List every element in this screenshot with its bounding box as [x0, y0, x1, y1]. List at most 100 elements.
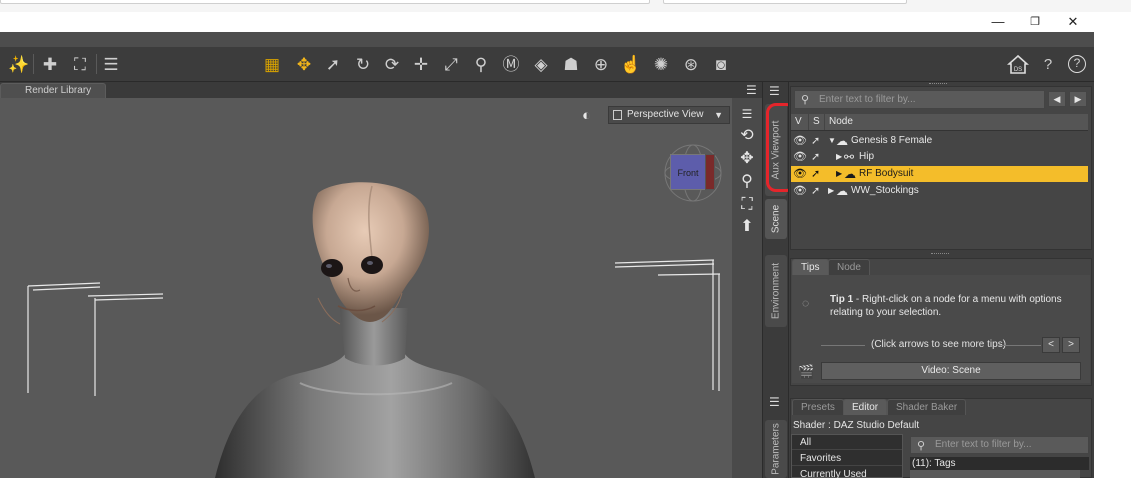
- select-cursor-icon[interactable]: ➚: [811, 133, 820, 149]
- eye-icon[interactable]: 👁: [793, 133, 807, 149]
- geometry-editor-icon[interactable]: ◈: [529, 52, 553, 76]
- surfaces-filter-input[interactable]: ⚲ Enter text to filter by...: [910, 436, 1089, 454]
- view-cube-side[interactable]: [705, 154, 715, 190]
- scene-row-label: Genesis 8 Female: [851, 135, 933, 146]
- 3d-viewport[interactable]: [0, 98, 732, 478]
- category-list: All Favorites Currently Used: [791, 434, 903, 478]
- view-select-label: Perspective View: [627, 109, 704, 120]
- zoom-icon[interactable]: ⚲: [735, 172, 759, 192]
- select-cursor-icon[interactable]: ➚: [811, 149, 820, 165]
- align-icon[interactable]: ☰: [99, 52, 123, 76]
- pan-icon[interactable]: ✥: [735, 149, 759, 169]
- close-button[interactable]: ✕: [1058, 12, 1088, 32]
- universal-tool-icon[interactable]: ✥: [292, 52, 316, 76]
- scene-next-button[interactable]: ▶: [1069, 91, 1087, 107]
- view-cube[interactable]: Front: [662, 142, 724, 204]
- splitter-handle[interactable]: [931, 253, 949, 256]
- translate-icon[interactable]: ✛: [409, 52, 433, 76]
- eye-icon[interactable]: 👁: [793, 149, 807, 165]
- morph-icon[interactable]: Ⓜ: [499, 52, 523, 76]
- view-grid-icon: [613, 110, 622, 120]
- viewport-options-icon[interactable]: ☰: [735, 104, 759, 124]
- collapse-triangle-icon[interactable]: ▶: [836, 166, 842, 182]
- scene-prev-button[interactable]: ◀: [1048, 91, 1066, 107]
- pane-menu-icon-lower[interactable]: ☰: [769, 396, 783, 408]
- tab-presets[interactable]: Presets: [792, 399, 844, 415]
- frame-icon[interactable]: ⛶: [735, 195, 759, 215]
- help-icon[interactable]: ?: [1036, 52, 1060, 76]
- rotate-icon[interactable]: ↻: [351, 52, 375, 76]
- scene-row[interactable]: 👁 ➚ ▶ ☁ WW_Stockings: [791, 183, 1088, 199]
- pointer-icon[interactable]: ☝: [619, 52, 643, 76]
- tip-title: Tip 1: [830, 294, 854, 305]
- scene-filter-input[interactable]: ⚲ Enter text to filter by...: [794, 90, 1045, 109]
- reset-view-icon[interactable]: ⬆: [735, 217, 759, 237]
- tip-text: Tip 1 - Right-click on a node for a menu…: [830, 294, 1080, 319]
- select-cursor-icon[interactable]: ➚: [811, 166, 820, 182]
- browser-address-field[interactable]: [0, 0, 650, 4]
- joint-editor-icon[interactable]: ⚲: [469, 52, 493, 76]
- tags-row[interactable]: (11): Tags: [910, 457, 1089, 470]
- tab-scene-label: Scene: [770, 204, 782, 234]
- tab-scene[interactable]: Scene: [765, 199, 787, 239]
- scene-row-selected[interactable]: 👁 ➚ ▶ ☁ RF Bodysuit: [791, 166, 1088, 182]
- add-node-icon[interactable]: ✚: [38, 52, 62, 76]
- home-glyph: DS: [1007, 54, 1029, 74]
- category-currently-used[interactable]: Currently Used: [792, 467, 902, 478]
- category-all[interactable]: All: [792, 435, 902, 450]
- category-favorites[interactable]: Favorites: [792, 451, 902, 466]
- camera-node-icon[interactable]: ⊕: [589, 52, 613, 76]
- tip-body: - Right-click on a node for a menu with …: [830, 294, 1062, 318]
- render-icon[interactable]: ◙: [709, 52, 733, 76]
- grid-icon[interactable]: ▦: [260, 52, 284, 76]
- home-icon[interactable]: DS: [1006, 52, 1030, 76]
- tips-next-button[interactable]: >: [1062, 337, 1080, 353]
- minimize-button[interactable]: —: [983, 12, 1013, 32]
- spotlight-icon[interactable]: ⊛: [679, 52, 703, 76]
- figure-icon[interactable]: ☗: [559, 52, 583, 76]
- view-select[interactable]: Perspective View ▼: [608, 106, 730, 124]
- tips-prev-button[interactable]: <: [1042, 337, 1060, 353]
- transform-icon[interactable]: ⛶: [68, 52, 92, 76]
- tab-tips[interactable]: Tips: [792, 259, 829, 275]
- tab-parameters[interactable]: Parameters: [765, 420, 787, 478]
- node-weight-icon[interactable]: ✨: [7, 52, 31, 76]
- select-cursor-icon[interactable]: ➚: [811, 183, 820, 199]
- more-tips-line: (Click arrows to see more tips): [821, 338, 1041, 352]
- camera-dolly-icon[interactable]: ◐: [582, 107, 606, 127]
- expand-triangle-icon[interactable]: ▼: [828, 133, 836, 149]
- tab-node[interactable]: Node: [828, 259, 870, 275]
- pane-menu-icon[interactable]: ☰: [769, 85, 783, 97]
- scene-row[interactable]: 👁 ➚ ▼ ☁ Genesis 8 Female: [791, 133, 1088, 149]
- orbit-icon[interactable]: ⟲: [735, 126, 759, 146]
- eye-icon[interactable]: 👁: [793, 166, 807, 182]
- column-visible[interactable]: V: [791, 114, 809, 130]
- video-scene-button[interactable]: Video: Scene: [821, 362, 1081, 380]
- column-selectable[interactable]: S: [809, 114, 825, 130]
- light-icon[interactable]: ✺: [649, 52, 673, 76]
- about-glyph: ?: [1068, 55, 1086, 73]
- tab-shader-baker[interactable]: Shader Baker: [887, 399, 967, 415]
- column-node[interactable]: Node: [825, 114, 1088, 130]
- scene-filter-placeholder: Enter text to filter by...: [819, 94, 916, 105]
- collapse-triangle-icon[interactable]: ▶: [828, 183, 834, 199]
- view-cube-front[interactable]: Front: [670, 154, 706, 190]
- tab-editor[interactable]: Editor: [843, 399, 888, 415]
- viewport-menu-icon[interactable]: ☰: [746, 84, 760, 96]
- browser-search-field[interactable]: [663, 0, 907, 4]
- scene-row-label: Hip: [859, 151, 875, 162]
- scene-row[interactable]: 👁 ➚ ▶ ⚯ Hip: [791, 149, 1088, 165]
- select-icon[interactable]: ➚: [321, 52, 345, 76]
- tab-environment[interactable]: Environment: [765, 255, 787, 327]
- scale-icon[interactable]: ⤢: [439, 52, 463, 76]
- collapse-triangle-icon[interactable]: ▶: [836, 149, 842, 165]
- chevron-down-icon: ▼: [714, 110, 723, 120]
- twist-icon[interactable]: ⟳: [380, 52, 404, 76]
- maximize-button[interactable]: ❐: [1020, 12, 1050, 32]
- figure-node-icon: ☁: [844, 167, 856, 181]
- search-icon: ⚲: [917, 440, 926, 452]
- tab-render-library[interactable]: Render Library: [0, 83, 106, 98]
- eye-icon[interactable]: 👁: [793, 183, 807, 199]
- splitter-handle[interactable]: [929, 83, 947, 86]
- about-icon[interactable]: ?: [1065, 52, 1089, 76]
